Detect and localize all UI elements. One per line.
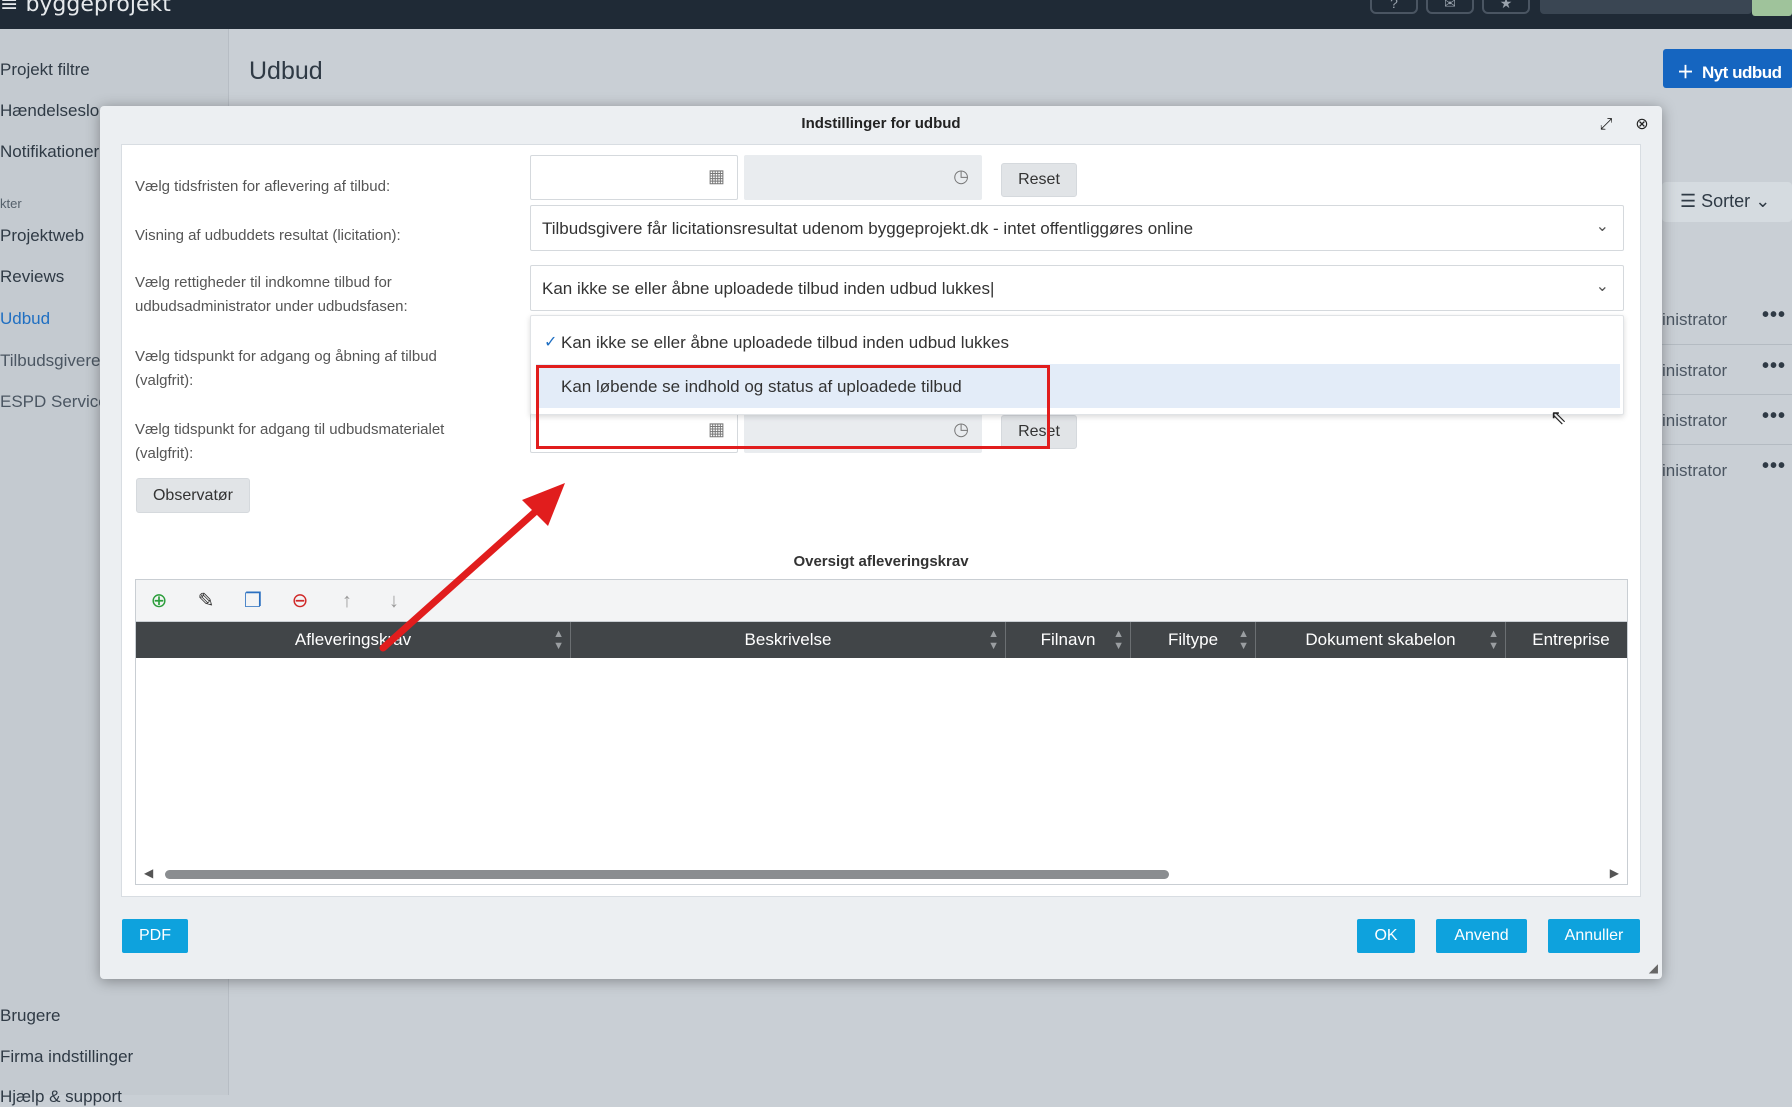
column-dokument-skabelon[interactable]: Dokument skabelon ▲ ▼ <box>1256 622 1506 658</box>
sidebar-item-espd[interactable]: ESPD Service <box>0 392 108 412</box>
scrollbar-thumb[interactable] <box>165 870 1169 879</box>
deadline-label: Vælg tidsfristen for aflevering af tilbu… <box>135 178 391 195</box>
maximize-icon[interactable]: ⤢ <box>1596 115 1616 135</box>
sort-icon: ▲ ▼ <box>1238 628 1249 652</box>
chevron-down-icon: ⌄ <box>1595 218 1609 235</box>
sort-icon: ▲ ▼ <box>1488 628 1499 652</box>
settings-dialog: Indstillinger for udbud ⤢ ⊗ Vælg tidsfri… <box>100 106 1662 979</box>
edit-icon[interactable]: ✎ <box>193 588 219 614</box>
cancel-button[interactable]: Annuller <box>1548 919 1640 953</box>
table-row[interactable]: inistrator ••• <box>1662 294 1792 344</box>
table-row[interactable]: inistrator ••• <box>1662 344 1792 394</box>
move-up-icon[interactable]: ↑ <box>334 588 360 614</box>
dialog-panel: Vælg tidsfristen for aflevering af tilbu… <box>121 144 1641 897</box>
help-icon[interactable]: ? <box>1370 0 1418 14</box>
deadline-time-input[interactable]: ◷ <box>744 155 982 200</box>
sidebar-item-projekt-filtre[interactable]: Projekt filtre <box>0 60 90 80</box>
column-beskrivelse[interactable]: Beskrivelse ▲ ▼ <box>571 622 1006 658</box>
column-entreprise[interactable]: Entreprise <box>1506 622 1627 658</box>
reset-button[interactable]: Reset <box>1001 163 1077 197</box>
observer-button[interactable]: Observatør <box>136 478 250 513</box>
clock-icon[interactable]: ◷ <box>953 166 969 187</box>
sort-button[interactable]: ☰ Sorter ⌄ <box>1662 182 1792 222</box>
delete-icon[interactable]: ⊖ <box>287 588 313 614</box>
close-icon[interactable]: ⊗ <box>1632 115 1652 135</box>
sidebar-item-hjaelp[interactable]: Hjælp & support <box>0 1087 122 1107</box>
table-row[interactable]: inistrator ••• <box>1662 394 1792 444</box>
top-bar: ≡ byggeprojekt ? ✉ ★ <box>0 0 1792 29</box>
app-logo[interactable]: ≡ byggeprojekt <box>0 0 171 17</box>
grid-toolbar: ⊕ ✎ ❐ ⊖ ↑ ↓ <box>136 580 1627 622</box>
column-filnavn[interactable]: Filnavn ▲ ▼ <box>1006 622 1131 658</box>
row-menu-icon[interactable]: ••• <box>1762 405 1786 428</box>
row-menu-icon[interactable]: ••• <box>1762 304 1786 327</box>
opening-label: Vælg tidspunkt for adgang og åbning af t… <box>135 348 437 389</box>
scroll-left-icon[interactable]: ◀ <box>144 866 153 880</box>
sidebar-item-tilbudsgivere[interactable]: Tilbudsgivere <box>0 351 100 371</box>
menu-icon[interactable]: ≡ <box>0 0 18 17</box>
row-menu-icon[interactable]: ••• <box>1762 455 1786 478</box>
sort-icon: ▲ ▼ <box>553 628 564 652</box>
result-select[interactable]: Tilbudsgivere får licitationsresultat ud… <box>530 205 1624 251</box>
horizontal-scrollbar[interactable]: ◀ ▶ <box>136 863 1627 884</box>
chat-icon[interactable]: ✉ <box>1426 0 1474 14</box>
sidebar-item-brugere[interactable]: Brugere <box>0 1006 60 1026</box>
mouse-cursor-icon: ⇖ <box>1550 407 1567 429</box>
resize-handle-icon[interactable]: ◢ <box>1649 961 1658 975</box>
dropdown-option-selected[interactable]: ✓ Kan ikke se eller åbne uploadede tilbud… <box>536 320 1620 364</box>
sidebar-item-projektweb[interactable]: Projektweb <box>0 226 84 246</box>
calendar-icon[interactable]: ▦ <box>708 166 725 187</box>
rights-select[interactable]: Kan ikke se eller åbne uploadede tilbud … <box>530 265 1624 311</box>
material-label: Vælg tidspunkt for adgang til udbudsmate… <box>135 421 445 462</box>
rights-label: Vælg rettigheder til indkomne tilbud for… <box>135 274 408 315</box>
dialog-title: Indstillinger for udbud <box>801 115 961 132</box>
deadline-date-input[interactable]: ▦ <box>530 155 738 200</box>
top-search[interactable] <box>1540 0 1752 14</box>
apply-button[interactable]: Anvend <box>1436 919 1527 953</box>
grid-title: Oversigt afleveringskrav <box>793 553 969 570</box>
sidebar-item-firma[interactable]: Firma indstillinger <box>0 1047 133 1067</box>
sidebar-section-label: kter <box>0 196 22 211</box>
result-label: Visning af udbuddets resultat (licitatio… <box>135 227 401 244</box>
sidebar-item-notifikationer[interactable]: Notifikationer <box>0 142 99 162</box>
sort-icon: ☰ <box>1680 191 1697 211</box>
add-icon[interactable]: ⊕ <box>146 588 172 614</box>
chevron-down-icon: ⌄ <box>1595 278 1609 295</box>
user-button[interactable] <box>1752 0 1792 16</box>
row-menu-icon[interactable]: ••• <box>1762 355 1786 378</box>
sidebar-item-reviews[interactable]: Reviews <box>0 267 64 287</box>
table-row[interactable]: inistrator ••• <box>1662 444 1792 494</box>
scroll-right-icon[interactable]: ▶ <box>1610 866 1619 880</box>
column-filtype[interactable]: Filtype ▲ ▼ <box>1131 622 1256 658</box>
ok-button[interactable]: OK <box>1357 919 1415 953</box>
column-afleveringskrav[interactable]: Afleveringskrav ▲ ▼ <box>136 622 571 658</box>
pdf-button[interactable]: PDF <box>122 919 188 953</box>
grid-header: Afleveringskrav ▲ ▼ Beskrivelse ▲ ▼ Filnavn ▲… <box>136 622 1627 658</box>
check-icon: ✓ <box>544 334 558 351</box>
new-tender-button[interactable]: ＋ Nyt udbud <box>1663 49 1792 88</box>
sort-icon: ▲ ▼ <box>988 628 999 652</box>
sort-icon: ▲ ▼ <box>1113 628 1124 652</box>
move-down-icon[interactable]: ↓ <box>381 588 407 614</box>
requirements-grid: ⊕ ✎ ❐ ⊖ ↑ ↓ Afleveringskrav ▲ ▼ Beskrivels… <box>135 579 1628 885</box>
sidebar-item-udbud[interactable]: Udbud <box>0 309 50 329</box>
copy-icon[interactable]: ❐ <box>240 588 266 614</box>
bookmark-icon[interactable]: ★ <box>1482 0 1530 14</box>
annotation-highlight-box <box>536 365 1050 449</box>
page-title: Udbud <box>249 57 323 85</box>
sidebar-item-haendelseslog[interactable]: Hændelseslog <box>0 101 109 121</box>
